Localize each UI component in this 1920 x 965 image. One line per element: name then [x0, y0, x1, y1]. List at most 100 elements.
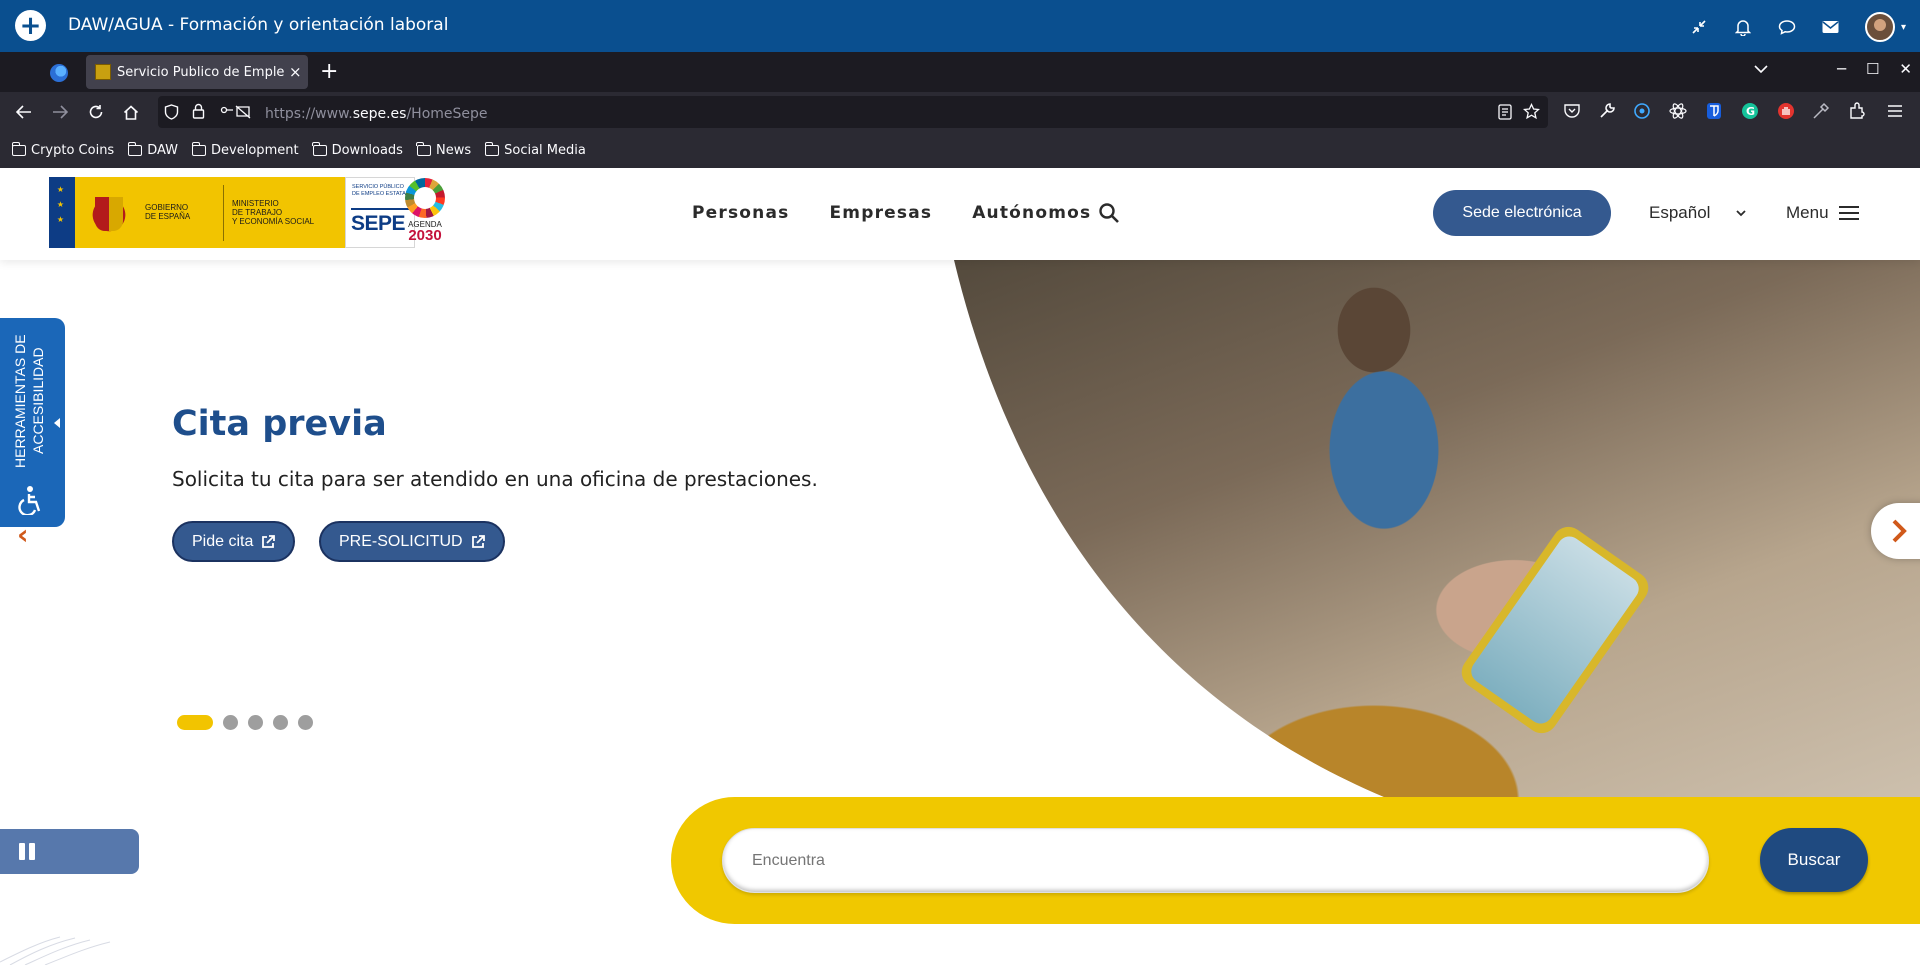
forward-icon[interactable] [48, 100, 72, 124]
carousel-dot[interactable] [273, 715, 288, 730]
slide-title: Cita previa [172, 404, 387, 444]
search-icon[interactable] [1098, 202, 1120, 224]
bookmark-folder[interactable]: Downloads [312, 141, 403, 158]
carousel-dots [177, 715, 313, 730]
caret-left-icon [54, 418, 60, 428]
agenda-2030-logo[interactable]: AGENDA 2030 [401, 178, 449, 250]
app-title: DAW/AGUA - Formación y orientación labor… [68, 15, 449, 35]
wrench-icon[interactable] [1598, 102, 1616, 120]
firefox-view-icon[interactable] [50, 64, 68, 82]
button-label: Pide cita [192, 532, 254, 550]
url-domain: sepe.es [352, 106, 407, 122]
chevron-down-icon[interactable] [1754, 62, 1768, 78]
target-extension-icon[interactable] [1633, 102, 1651, 120]
menu-label: Menu [1786, 203, 1829, 222]
app-titlebar: + DAW/AGUA - Formación y orientación lab… [0, 0, 1920, 52]
folder-icon [484, 141, 500, 156]
eu-flag-icon [49, 177, 75, 248]
pide-cita-button[interactable]: Pide cita [172, 521, 296, 562]
folder-icon [11, 141, 26, 156]
external-link-icon [471, 534, 485, 548]
sede-electronica-button[interactable]: Sede electrónica [1433, 190, 1611, 236]
grammarly-icon[interactable]: G [1741, 102, 1759, 120]
shield-icon[interactable] [164, 104, 179, 120]
bookmark-label: DAW [147, 142, 179, 158]
pocket-icon[interactable] [1563, 102, 1581, 120]
hamburger-menu-icon[interactable] [1886, 102, 1904, 120]
chevron-down-icon[interactable]: ▾ [1901, 22, 1906, 33]
carousel-dot[interactable] [177, 715, 213, 730]
menu-button[interactable]: Menu [1786, 203, 1859, 223]
gobierno-logo[interactable]: GOBIERNO DE ESPAÑA MINISTERIO DE TRABAJO… [49, 177, 415, 248]
accessibility-label: HERRAMIENTAS DE ACCESIBILIDAD [12, 334, 46, 468]
chat-icon[interactable] [1777, 17, 1797, 37]
address-bar[interactable]: https://www.sepe.es/HomeSepe [158, 96, 1548, 128]
bookmark-label: News [435, 142, 472, 158]
sepe-wordmark: SEPE [351, 212, 406, 235]
add-icon[interactable]: + [15, 10, 46, 41]
reload-icon[interactable] [84, 100, 108, 124]
color-picker-icon[interactable] [1812, 102, 1830, 120]
nav-autonomos[interactable]: Autónomos [972, 203, 1091, 223]
extensions-icon[interactable] [1848, 102, 1866, 120]
carousel-dot[interactable] [248, 715, 263, 730]
back-icon[interactable] [12, 100, 36, 124]
hero-image [954, 260, 1920, 797]
react-devtools-icon[interactable] [1669, 102, 1687, 120]
close-icon[interactable]: × [289, 63, 302, 81]
nav-empresas[interactable]: Empresas [829, 203, 932, 223]
browser-tab[interactable]: Servicio Publico de Empleo × [86, 55, 308, 89]
url-path: /HomeSepe [406, 106, 488, 122]
site-header: GOBIERNO DE ESPAÑA MINISTERIO DE TRABAJO… [0, 168, 1920, 260]
pause-icon [19, 843, 25, 860]
browser-navbar: https://www.sepe.es/HomeSepe G [0, 92, 1920, 132]
bitwarden-icon[interactable] [1705, 102, 1723, 120]
bookmark-label: Crypto Coins [31, 142, 115, 158]
buscar-button[interactable]: Buscar [1760, 828, 1868, 892]
accessibility-tools-tab[interactable]: HERRAMIENTAS DE ACCESIBILIDAD [0, 318, 65, 527]
bookmark-star-icon[interactable] [1523, 103, 1540, 120]
gobierno-text: GOBIERNO DE ESPAÑA [145, 203, 191, 221]
avatar[interactable] [1864, 12, 1895, 42]
carousel-dot[interactable] [298, 715, 313, 730]
nav-personas[interactable]: Personas [692, 203, 789, 223]
pre-solicitud-button[interactable]: PRE-SOLICITUD [319, 521, 505, 562]
permissions-icon[interactable] [220, 105, 252, 119]
hand-extension-icon[interactable] [1777, 102, 1795, 120]
collapse-icon[interactable] [1689, 17, 1709, 37]
language-select[interactable]: Español [1649, 203, 1747, 223]
bookmark-folder[interactable]: News [416, 141, 472, 158]
maximize-icon[interactable]: ☐ [1866, 60, 1879, 78]
minimize-icon[interactable]: ─ [1837, 60, 1846, 78]
ministerio-text: MINISTERIO DE TRABAJO Y ECONOMÍA SOCIAL [232, 199, 315, 226]
close-window-icon[interactable]: ✕ [1899, 60, 1912, 78]
language-label: Español [1649, 203, 1711, 222]
carousel-next-icon[interactable] [1871, 503, 1920, 559]
mail-icon[interactable] [1821, 17, 1841, 37]
bookmark-folder[interactable]: Social Media [484, 141, 586, 158]
bell-icon[interactable] [1733, 17, 1753, 37]
bookmark-folder[interactable]: DAW [127, 141, 179, 158]
carousel-dot[interactable] [223, 715, 238, 730]
gobierno-banner: GOBIERNO DE ESPAÑA MINISTERIO DE TRABAJO… [75, 177, 415, 248]
main-nav: Personas Empresas Autónomos [692, 203, 1091, 223]
decorative-lines [0, 936, 111, 965]
accessibility-icon [18, 486, 41, 515]
new-tab-button[interactable]: + [320, 59, 338, 84]
pause-icon [29, 843, 35, 860]
chevron-down-icon [1736, 209, 1747, 216]
pause-carousel-button[interactable] [0, 829, 139, 874]
url-text[interactable]: https://www.sepe.es/HomeSepe [265, 106, 488, 122]
search-input[interactable] [723, 829, 1708, 892]
bookmark-folder[interactable]: Development [191, 141, 299, 158]
folder-icon [312, 141, 327, 156]
agenda-year: 2030 [408, 227, 442, 244]
browser-tabstrip: Servicio Publico de Empleo × + ─ ☐ ✕ [0, 52, 1920, 92]
reader-view-icon[interactable] [1498, 104, 1512, 120]
hero-carousel: Cita previa Solicita tu cita para ser at… [0, 260, 1920, 797]
lock-icon[interactable] [192, 103, 205, 119]
search-field[interactable] [722, 828, 1709, 893]
bookmark-folder[interactable]: Crypto Coins [11, 141, 115, 158]
home-icon[interactable] [119, 100, 143, 124]
sdg-wheel-icon [405, 178, 445, 218]
